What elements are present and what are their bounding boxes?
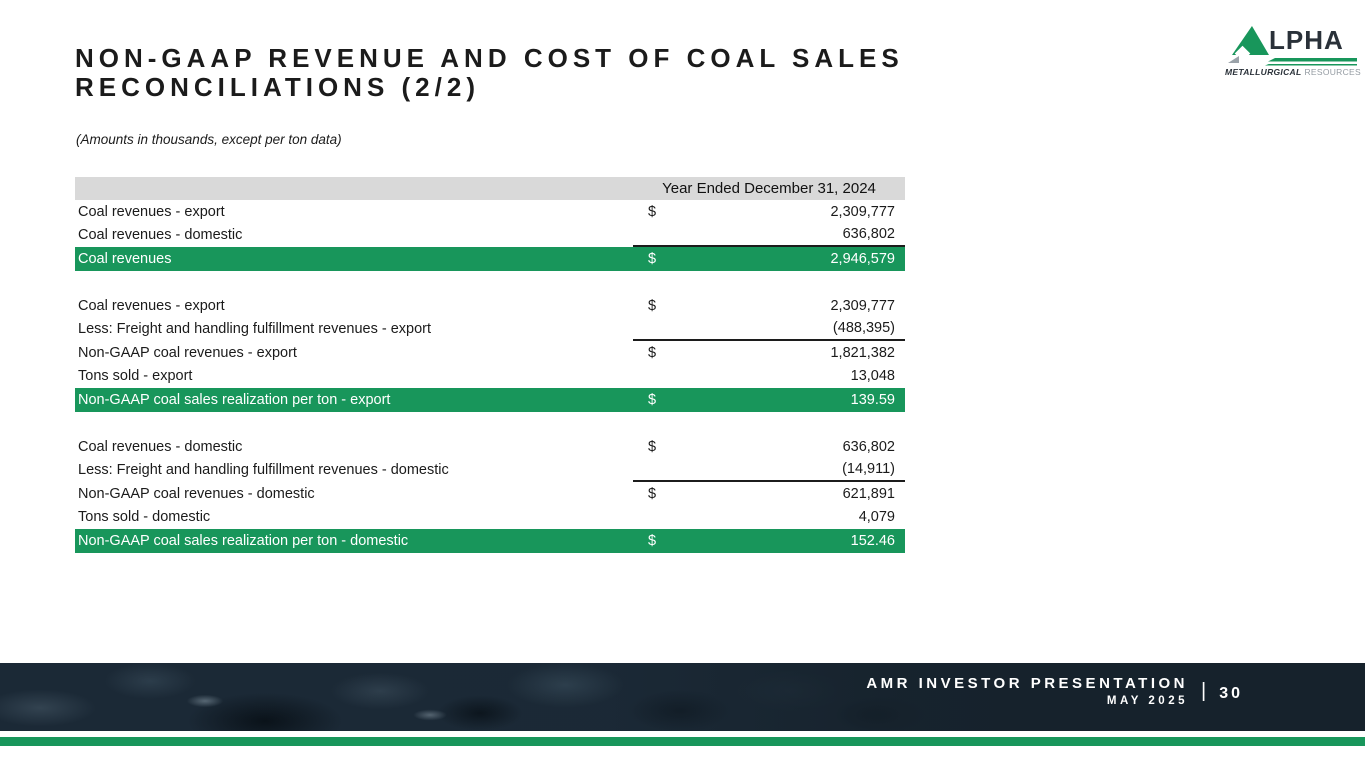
amounts-note: (Amounts in thousands, except per ton da…	[76, 132, 342, 147]
row-numeric-group: $ 2,309,777	[633, 200, 905, 224]
logo-wordmark: LPHA	[1269, 25, 1344, 56]
row-numeric-group: $ 2,309,777	[633, 294, 905, 318]
footer-presentation-title: AMR INVESTOR PRESENTATION	[866, 675, 1188, 692]
row-value: 13,048	[695, 368, 905, 384]
table-row: Tons sold - export 13,048	[75, 365, 905, 389]
reconciliation-table-body: Coal revenues - export $ 2,309,777 Coal …	[75, 200, 905, 553]
table-row: Non-GAAP coal sales realization per ton …	[75, 529, 905, 553]
table-section: Coal revenues - export $ 2,309,777 Coal …	[75, 200, 905, 271]
table-row: Coal revenues - export $ 2,309,777	[75, 200, 905, 224]
footer-text-block: AMR INVESTOR PRESENTATION MAY 2025 | 30	[866, 675, 1243, 707]
table-row: Coal revenues - export $ 2,309,777	[75, 294, 905, 318]
reconciliation-table: Year Ended December 31, 2024 Coal revenu…	[75, 177, 905, 553]
footer-date: MAY 2025	[866, 695, 1188, 707]
logo-subtext-metallurgical: METALLURGICAL	[1225, 67, 1301, 77]
row-value: (488,395)	[695, 320, 905, 336]
row-numeric-group: 4,079	[633, 506, 905, 530]
alpha-metallurgical-logo: LPHA METALLURGICAL RESOURCES	[1225, 25, 1357, 77]
slide-title: NON-GAAP REVENUE AND COST OF COAL SALES …	[75, 44, 995, 102]
table-row: Non-GAAP coal sales realization per ton …	[75, 388, 905, 412]
row-dollar: $	[633, 251, 695, 267]
row-value: (14,911)	[695, 461, 905, 477]
table-row: Non-GAAP coal revenues - domestic $ 621,…	[75, 482, 905, 506]
row-label: Tons sold - export	[75, 368, 633, 384]
table-row: Non-GAAP coal revenues - export $ 1,821,…	[75, 341, 905, 365]
row-value: 621,891	[695, 486, 905, 502]
row-label: Non-GAAP coal sales realization per ton …	[75, 533, 633, 549]
row-numeric-group: 13,048	[633, 365, 905, 389]
table-header-label: Year Ended December 31, 2024	[633, 180, 905, 197]
row-dollar: $	[633, 204, 695, 220]
row-dollar: $	[633, 486, 695, 502]
bottom-accent-bar	[0, 737, 1365, 746]
slide: NON-GAAP REVENUE AND COST OF COAL SALES …	[0, 0, 1365, 768]
row-value: 152.46	[695, 533, 905, 549]
row-numeric-group: $ 139.59	[633, 388, 905, 412]
table-row: Coal revenues - domestic 636,802	[75, 224, 905, 248]
table-header-row: Year Ended December 31, 2024	[75, 177, 905, 200]
logo-a-triangle-icon	[1232, 26, 1269, 55]
row-dollar: $	[633, 392, 695, 408]
table-row: Less: Freight and handling fulfillment r…	[75, 459, 905, 483]
row-label: Coal revenues - export	[75, 298, 633, 314]
table-row: Coal revenues - domestic $ 636,802	[75, 435, 905, 459]
row-numeric-group: 636,802	[633, 224, 905, 248]
row-label: Non-GAAP coal revenues - domestic	[75, 486, 633, 502]
row-dollar: $	[633, 345, 695, 361]
row-numeric-group: $ 636,802	[633, 435, 905, 459]
slide-title-line2: RECONCILIATIONS (2/2)	[75, 73, 995, 102]
row-value: 139.59	[695, 392, 905, 408]
footer-divider: |	[1201, 681, 1206, 701]
table-section: Coal revenues - export $ 2,309,777 Less:…	[75, 294, 905, 412]
row-dollar: $	[633, 298, 695, 314]
slide-title-line1: NON-GAAP REVENUE AND COST OF COAL SALES	[75, 44, 995, 73]
row-label: Non-GAAP coal sales realization per ton …	[75, 392, 633, 408]
row-numeric-group: $ 152.46	[633, 529, 905, 553]
page-number: 30	[1219, 685, 1243, 703]
row-value: 1,821,382	[695, 345, 905, 361]
table-section: Coal revenues - domestic $ 636,802 Less:…	[75, 435, 905, 553]
row-dollar: $	[633, 533, 695, 549]
logo-subtext-resources: RESOURCES	[1304, 67, 1361, 77]
row-numeric-group: (14,911)	[633, 459, 905, 483]
row-numeric-group: $ 1,821,382	[633, 341, 905, 365]
row-numeric-group: $ 2,946,579	[633, 247, 905, 271]
logo-stripe-thin	[1265, 64, 1357, 66]
row-label: Less: Freight and handling fulfillment r…	[75, 321, 633, 337]
row-numeric-group: (488,395)	[633, 318, 905, 342]
row-value: 4,079	[695, 509, 905, 525]
row-label: Coal revenues - export	[75, 204, 633, 220]
row-value: 2,309,777	[695, 298, 905, 314]
row-label: Non-GAAP coal revenues - export	[75, 345, 633, 361]
table-row: Less: Freight and handling fulfillment r…	[75, 318, 905, 342]
row-value: 2,946,579	[695, 251, 905, 267]
row-label: Coal revenues	[75, 251, 633, 267]
footer-band: AMR INVESTOR PRESENTATION MAY 2025 | 30	[0, 663, 1365, 731]
logo-subtext: METALLURGICAL RESOURCES	[1225, 67, 1357, 77]
logo-stripe-thick	[1268, 58, 1357, 62]
row-value: 636,802	[695, 439, 905, 455]
row-value: 636,802	[695, 226, 905, 242]
row-dollar: $	[633, 439, 695, 455]
footer-lines: AMR INVESTOR PRESENTATION MAY 2025	[866, 675, 1188, 707]
row-label: Coal revenues - domestic	[75, 439, 633, 455]
row-label: Less: Freight and handling fulfillment r…	[75, 462, 633, 478]
row-label: Coal revenues - domestic	[75, 227, 633, 243]
row-value: 2,309,777	[695, 204, 905, 220]
table-row: Coal revenues $ 2,946,579	[75, 247, 905, 271]
table-row: Tons sold - domestic 4,079	[75, 506, 905, 530]
row-label: Tons sold - domestic	[75, 509, 633, 525]
row-numeric-group: $ 621,891	[633, 482, 905, 506]
